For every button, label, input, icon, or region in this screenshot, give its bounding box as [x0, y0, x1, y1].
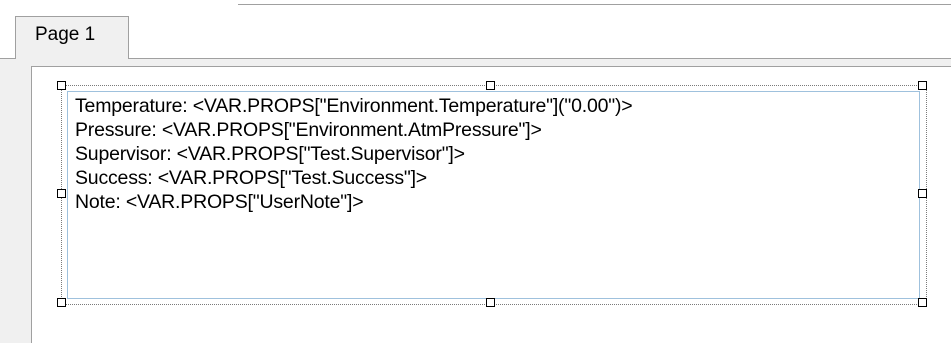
- resize-handle-top-right[interactable]: [918, 81, 927, 90]
- text-control[interactable]: Temperature: <VAR.PROPS["Environment.Tem…: [67, 91, 920, 299]
- tabstrip-border: [238, 4, 951, 5]
- resize-handle-bottom[interactable]: [486, 298, 495, 307]
- text-line-pressure: Pressure: <VAR.PROPS["Environment.AtmPre…: [75, 119, 542, 141]
- resize-handle-top[interactable]: [486, 81, 495, 90]
- text-line-note: Note: <VAR.PROPS["UserNote"]>: [75, 191, 364, 213]
- panel-top-border: [0, 58, 951, 59]
- resize-handle-right[interactable]: [918, 189, 927, 198]
- tab-label: Page 1: [35, 24, 96, 45]
- resize-handle-bottom-left[interactable]: [57, 298, 66, 307]
- text-line-success: Success: <VAR.PROPS["Test.Success"]>: [75, 167, 427, 189]
- text-line-temperature: Temperature: <VAR.PROPS["Environment.Tem…: [75, 95, 633, 117]
- tab-page-1[interactable]: Page 1: [15, 16, 129, 59]
- text-line-supervisor: Supervisor: <VAR.PROPS["Test.Supervisor"…: [75, 143, 465, 165]
- resize-handle-bottom-right[interactable]: [918, 298, 927, 307]
- resize-handle-top-left[interactable]: [57, 81, 66, 90]
- report-designer: Page 1 Temperature: <VAR.PROPS["Environm…: [0, 0, 951, 343]
- resize-handle-left[interactable]: [57, 189, 66, 198]
